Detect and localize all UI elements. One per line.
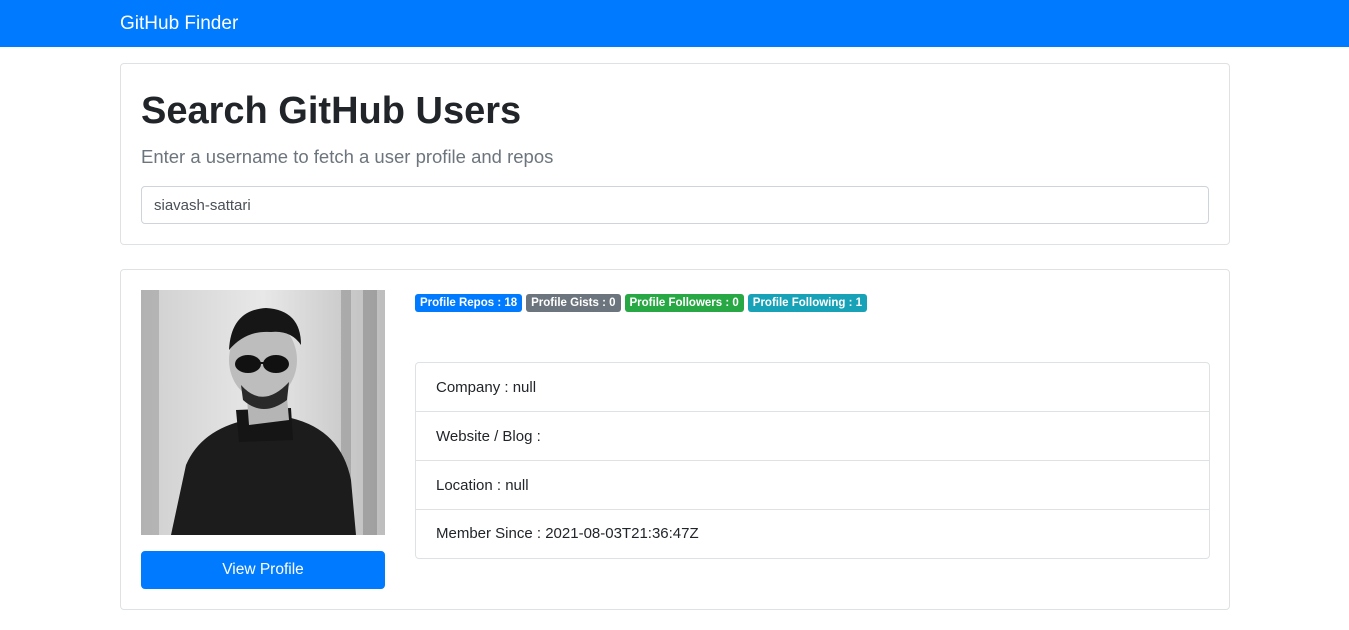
navbar: GitHub Finder	[0, 0, 1349, 47]
website-item: Website / Blog :	[416, 412, 1209, 461]
avatar	[141, 290, 385, 535]
member-since-item: Member Since : 2021-08-03T21:36:47Z	[416, 510, 1209, 558]
search-card: Search GitHub Users Enter a username to …	[120, 63, 1230, 245]
profile-badges: Profile Repos : 18 Profile Gists : 0 Pro…	[415, 294, 868, 312]
badge-repos: Profile Repos : 18	[415, 294, 523, 312]
badge-followers: Profile Followers : 0	[624, 294, 744, 312]
search-title: Search GitHub Users	[141, 90, 522, 132]
search-input[interactable]	[141, 186, 1209, 224]
avatar-photo	[141, 290, 385, 535]
profile-details-list: Company : null Website / Blog : Location…	[415, 362, 1210, 559]
view-profile-button[interactable]: View Profile	[141, 551, 385, 589]
profile-card: View Profile Profile Repos : 18 Profile …	[120, 269, 1230, 610]
search-lead: Enter a username to fetch a user profile…	[141, 146, 554, 167]
badge-following: Profile Following : 1	[747, 294, 868, 312]
company-item: Company : null	[416, 363, 1209, 412]
brand-link[interactable]: GitHub Finder	[120, 12, 238, 36]
location-item: Location : null	[416, 461, 1209, 510]
badge-gists: Profile Gists : 0	[526, 294, 621, 312]
